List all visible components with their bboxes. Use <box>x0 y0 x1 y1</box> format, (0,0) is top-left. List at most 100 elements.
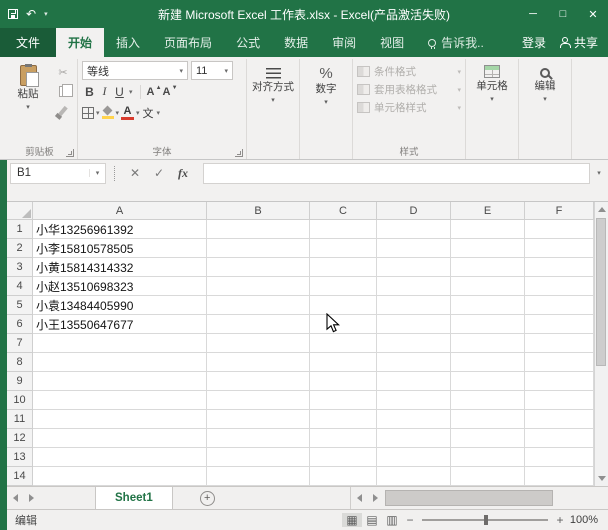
cell-E3[interactable] <box>451 258 525 277</box>
cell-A7[interactable] <box>33 334 207 353</box>
cell-F2[interactable] <box>525 239 594 258</box>
cell-A10[interactable] <box>33 391 207 410</box>
enter-entry-button[interactable]: ✓ <box>147 166 171 180</box>
share-button[interactable]: 共享 <box>560 34 598 51</box>
editing-button[interactable]: 编辑 ▾ <box>523 61 567 103</box>
fill-color-dropdown-icon[interactable]: ▾ <box>116 109 120 117</box>
cell-E11[interactable] <box>451 410 525 429</box>
cell-C6[interactable] <box>310 315 377 334</box>
scroll-up-button[interactable] <box>595 202 608 217</box>
cell-E4[interactable] <box>451 277 525 296</box>
minimize-button[interactable]: ─ <box>518 0 548 28</box>
cell-D2[interactable] <box>377 239 451 258</box>
scroll-left-button[interactable] <box>351 494 367 502</box>
cell-D5[interactable] <box>377 296 451 315</box>
cell-A11[interactable] <box>33 410 207 429</box>
zoom-slider-thumb[interactable] <box>484 515 488 525</box>
cell-D6[interactable] <box>377 315 451 334</box>
cell-E5[interactable] <box>451 296 525 315</box>
cell-F11[interactable] <box>525 410 594 429</box>
tab-公式[interactable]: 公式 <box>224 28 272 57</box>
fill-color-button[interactable] <box>102 107 114 119</box>
vertical-scrollbar[interactable] <box>594 202 608 486</box>
tab-页面布局[interactable]: 页面布局 <box>152 28 224 57</box>
column-header-F[interactable]: F <box>525 202 594 220</box>
scroll-right-button[interactable] <box>367 494 383 502</box>
cell-styles-dropdown-icon[interactable]: ▾ <box>457 104 461 112</box>
row-header-7[interactable]: 7 <box>7 334 33 353</box>
italic-button[interactable]: I <box>97 84 112 99</box>
borders-dropdown-icon[interactable]: ▾ <box>96 109 100 117</box>
formula-input[interactable] <box>203 163 590 184</box>
cell-C5[interactable] <box>310 296 377 315</box>
row-header-1[interactable]: 1 <box>7 220 33 239</box>
cell-A13[interactable] <box>33 448 207 467</box>
cell-D3[interactable] <box>377 258 451 277</box>
cancel-entry-button[interactable]: ✕ <box>123 166 147 180</box>
format-as-table-dropdown-icon[interactable]: ▾ <box>457 86 461 94</box>
format-painter-button[interactable] <box>53 102 73 119</box>
horizontal-scrollbar-thumb[interactable] <box>385 490 553 506</box>
cell-E14[interactable] <box>451 467 525 486</box>
cell-B11[interactable] <box>207 410 310 429</box>
underline-dropdown-icon[interactable]: ▾ <box>129 88 133 96</box>
cell-C11[interactable] <box>310 410 377 429</box>
sheet-tab-sheet1[interactable]: Sheet1 <box>95 487 173 509</box>
cell-E7[interactable] <box>451 334 525 353</box>
save-icon[interactable] <box>8 9 18 19</box>
cell-C13[interactable] <box>310 448 377 467</box>
scroll-down-button[interactable] <box>595 471 608 486</box>
row-header-3[interactable]: 3 <box>7 258 33 277</box>
tab-file[interactable]: 文件 <box>0 28 56 57</box>
cell-F10[interactable] <box>525 391 594 410</box>
number-dropdown-icon[interactable]: ▾ <box>324 99 328 106</box>
cell-F6[interactable] <box>525 315 594 334</box>
cell-F12[interactable] <box>525 429 594 448</box>
row-header-4[interactable]: 4 <box>7 277 33 296</box>
cell-B5[interactable] <box>207 296 310 315</box>
row-header-6[interactable]: 6 <box>7 315 33 334</box>
cell-E12[interactable] <box>451 429 525 448</box>
cell-E6[interactable] <box>451 315 525 334</box>
cell-C2[interactable] <box>310 239 377 258</box>
cell-C14[interactable] <box>310 467 377 486</box>
cell-B7[interactable] <box>207 334 310 353</box>
column-header-C[interactable]: C <box>310 202 377 220</box>
cell-B12[interactable] <box>207 429 310 448</box>
phonetic-guide-button[interactable]: 文 <box>142 105 155 121</box>
page-break-view-button[interactable]: ▥ <box>382 513 402 527</box>
cell-A5[interactable]: 小袁13484405990 <box>33 296 207 315</box>
formula-bar-expand-icon[interactable]: ▾ <box>590 169 608 177</box>
cell-E10[interactable] <box>451 391 525 410</box>
next-sheet-button[interactable] <box>23 487 39 509</box>
maximize-button[interactable]: □ <box>548 0 578 28</box>
zoom-level[interactable]: 100% <box>568 514 608 526</box>
conditional-formatting-dropdown-icon[interactable]: ▾ <box>457 68 461 76</box>
horizontal-scrollbar-track[interactable] <box>383 487 608 509</box>
clipboard-dialog-launcher-icon[interactable] <box>66 149 74 157</box>
cell-D8[interactable] <box>377 353 451 372</box>
conditional-formatting-button[interactable]: 条件格式 ▾ <box>357 63 461 80</box>
alignment-dropdown-icon[interactable]: ▾ <box>271 97 275 104</box>
cell-F5[interactable] <box>525 296 594 315</box>
paste-button[interactable]: 粘贴 ▾ <box>6 61 50 111</box>
number-button[interactable]: % 数字 ▾ <box>304 61 348 106</box>
cell-E13[interactable] <box>451 448 525 467</box>
cell-B4[interactable] <box>207 277 310 296</box>
underline-button[interactable]: U <box>112 85 127 99</box>
increase-font-size-button[interactable]: A▲ <box>146 86 162 98</box>
cell-F4[interactable] <box>525 277 594 296</box>
decrease-font-size-button[interactable]: A▼ <box>162 86 178 98</box>
cell-E1[interactable] <box>451 220 525 239</box>
column-header-B[interactable]: B <box>207 202 310 220</box>
tab-视图[interactable]: 视图 <box>368 28 416 57</box>
sign-in-button[interactable]: 登录 <box>522 34 546 51</box>
cell-A4[interactable]: 小赵13510698323 <box>33 277 207 296</box>
cell-F3[interactable] <box>525 258 594 277</box>
cell-A2[interactable]: 小李15810578505 <box>33 239 207 258</box>
tab-审阅[interactable]: 审阅 <box>320 28 368 57</box>
cell-C10[interactable] <box>310 391 377 410</box>
format-as-table-button[interactable]: 套用表格格式 ▾ <box>357 81 461 98</box>
cell-C1[interactable] <box>310 220 377 239</box>
cell-D7[interactable] <box>377 334 451 353</box>
